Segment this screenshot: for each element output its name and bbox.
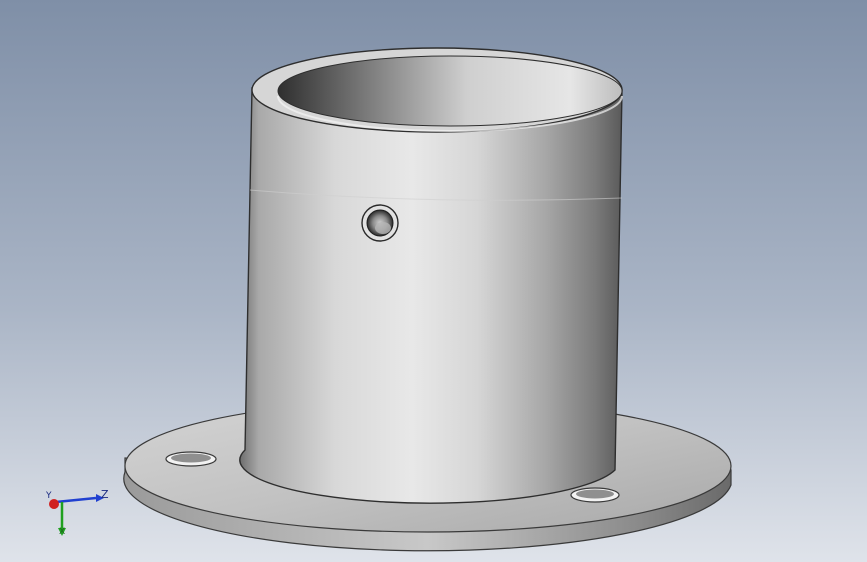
tube-top-rim[interactable] (251, 47, 623, 133)
triad-y-label: Y (46, 491, 52, 501)
model-scene[interactable] (0, 0, 867, 562)
graphics-viewport[interactable]: Z Y X (0, 0, 867, 562)
triad-z-label: Z (101, 488, 109, 501)
z-axis-line (55, 496, 97, 504)
triad-x-label: X (59, 527, 66, 537)
flange-hole-right[interactable] (570, 487, 620, 503)
side-hole[interactable] (361, 204, 399, 242)
view-orientation-triad[interactable]: Z Y X (40, 484, 120, 544)
tube-cylinder[interactable] (239, 87, 623, 504)
flange-hole-left[interactable] (165, 451, 217, 467)
